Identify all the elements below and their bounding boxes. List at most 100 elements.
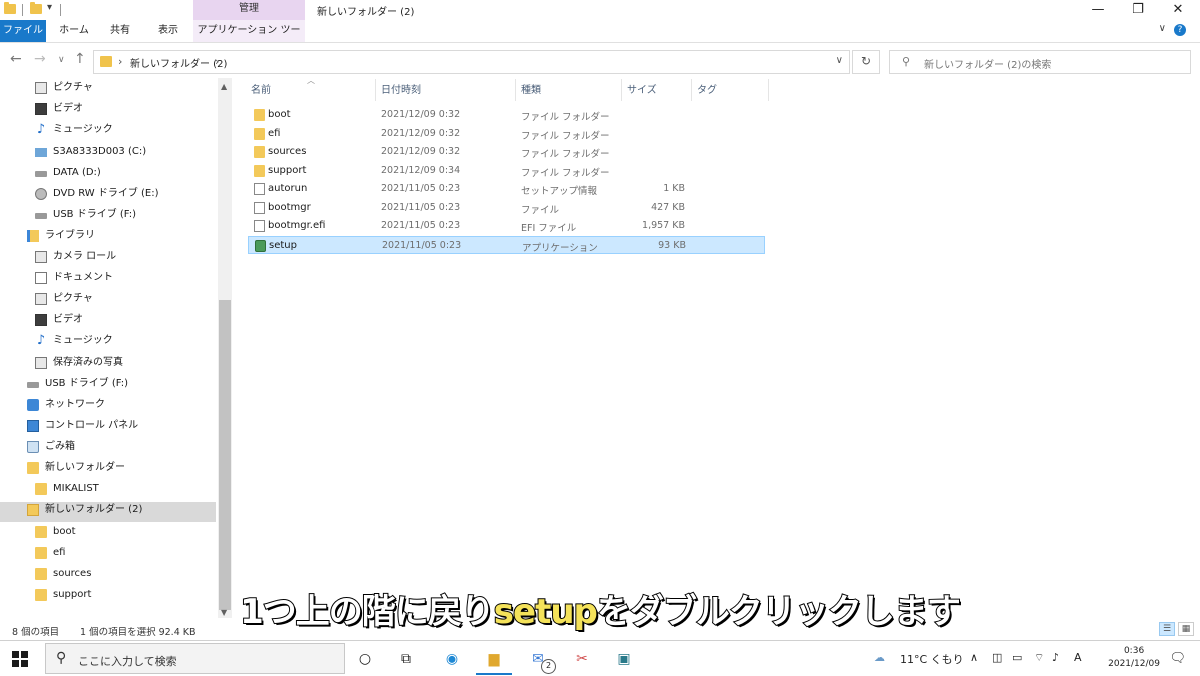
nav-item-label: コントロール パネル — [45, 420, 139, 431]
nav-item-label: sources — [53, 568, 92, 579]
context-tab-title: 管理 — [193, 0, 305, 20]
navigation-pane: ピクチャ ビデオ ♪ ミュージック S3A8333D003 (C:) DATA (D:) D… — [0, 78, 232, 618]
file-row[interactable]: efi 2021/12/09 0:32 ファイル フォルダー — [248, 125, 765, 143]
file-date: 2021/12/09 0:32 — [381, 127, 461, 139]
file-type: ファイル フォルダー — [521, 112, 610, 123]
nav-item-label: S3A8333D003 (C:) — [53, 146, 147, 157]
file-row[interactable]: autorun 2021/11/05 0:23 セットアップ情報 1 KB — [248, 180, 765, 198]
mail-badge: 2 — [541, 659, 556, 674]
collapse-ribbon-icon[interactable]: ∨ — [1159, 23, 1166, 34]
column-header-type[interactable]: 種類 — [521, 82, 541, 102]
tab-share[interactable]: 共有 — [100, 20, 140, 42]
column-divider[interactable] — [621, 79, 622, 101]
column-header-tags[interactable]: タグ — [697, 82, 717, 102]
clock[interactable]: 0:36 2021/12/09 — [1108, 645, 1160, 671]
search-icon: ⚲ — [902, 55, 911, 68]
nav-item-label: ドキュメント — [53, 272, 113, 283]
terminal-app-icon[interactable]: ▣ — [614, 649, 634, 669]
file-row[interactable]: bootmgr.efi 2021/11/05 0:23 EFI ファイル 1,957 … — [248, 217, 765, 235]
column-header-date[interactable]: 日付時刻 — [381, 82, 421, 102]
file-row[interactable]: setup 2021/11/05 0:23 アプリケーション 93 KB — [248, 235, 765, 254]
tab-file[interactable]: ファイル — [0, 20, 46, 42]
battery-icon[interactable]: ▭ — [1012, 651, 1022, 664]
recent-locations-chevron-icon[interactable]: ∨ — [58, 55, 65, 65]
refresh-button[interactable]: ↻ — [852, 50, 880, 74]
file-row[interactable]: bootmgr 2021/11/05 0:23 ファイル 427 KB — [248, 199, 765, 217]
close-button[interactable]: ✕ — [1158, 0, 1198, 20]
address-dropdown-icon[interactable]: ∨ — [836, 55, 843, 66]
quick-access-folder-icon[interactable] — [30, 2, 42, 14]
file-row[interactable]: sources 2021/12/09 0:32 ファイル フォルダー — [248, 143, 765, 161]
navigation-bar: ← → ∨ ↑ › 新しいフォルダー (2) › ∨ ↻ ⚲ 新しいフォルダー … — [0, 43, 1200, 77]
subtitle-text: 1つ上の階に戻り — [239, 591, 496, 633]
windows-start-icon[interactable] — [12, 651, 28, 667]
up-arrow-icon[interactable]: ↑ — [74, 51, 86, 67]
snipping-tool-icon[interactable]: ✂ — [572, 649, 592, 669]
windows-drive-icon — [35, 148, 47, 157]
file-date: 2021/11/05 0:23 — [381, 183, 461, 194]
column-divider[interactable] — [691, 79, 692, 101]
library-icon — [27, 230, 39, 242]
nav-item-label: ピクチャ — [53, 293, 93, 304]
breadcrumb-current-folder[interactable]: 新しいフォルダー (2) — [130, 55, 227, 70]
column-header-size[interactable]: サイズ — [627, 82, 657, 102]
file-size: 1,957 KB — [642, 220, 685, 231]
column-divider[interactable] — [768, 79, 769, 101]
task-view-icon[interactable]: ⧉ — [396, 649, 416, 669]
weather-text[interactable]: 11°C くもり — [900, 651, 964, 667]
wifi-icon[interactable]: ⌔ — [1034, 651, 1044, 665]
tab-view[interactable]: 表示 — [146, 20, 190, 42]
tab-home[interactable]: ホーム — [52, 20, 96, 42]
folder-icon — [35, 526, 47, 538]
column-header-name[interactable]: 名前 — [251, 82, 271, 102]
scroll-up-arrow-icon[interactable]: ▲ — [221, 82, 227, 91]
taskbar-search-placeholder: ここに入力して検索 — [78, 655, 177, 668]
folder-open-icon — [27, 504, 39, 516]
nav-item-label: 新しいフォルダー — [45, 462, 125, 473]
tray-chevron-icon[interactable]: ∧ — [970, 651, 978, 664]
file-date: 2021/11/05 0:23 — [381, 220, 461, 231]
file-row[interactable]: boot 2021/12/09 0:32 ファイル フォルダー — [248, 106, 765, 124]
search-box[interactable]: ⚲ 新しいフォルダー (2)の検索 — [889, 50, 1191, 74]
separator — [22, 4, 23, 16]
notification-icon[interactable]: 🗨 — [1169, 651, 1186, 666]
file-name: bootmgr — [268, 201, 311, 213]
breadcrumb-chevron-icon[interactable]: › — [215, 55, 219, 68]
nav-item-label: ごみ箱 — [45, 441, 75, 452]
quick-access-dropdown-icon[interactable]: ▾ — [47, 2, 52, 13]
file-row[interactable]: support 2021/12/09 0:34 ファイル フォルダー — [248, 162, 765, 180]
search-placeholder: 新しいフォルダー (2)の検索 — [924, 60, 1052, 71]
edge-icon[interactable]: ◉ — [442, 649, 462, 669]
cortana-icon[interactable]: ○ — [355, 649, 375, 669]
help-icon[interactable]: ? — [1174, 24, 1186, 36]
folder-icon — [4, 2, 16, 14]
video-icon — [35, 103, 47, 115]
nav-scrollbar-thumb[interactable] — [219, 300, 231, 610]
forward-arrow-icon[interactable]: → — [34, 51, 46, 67]
column-divider[interactable] — [375, 79, 376, 101]
file-name: efi — [268, 127, 281, 139]
file-explorer-icon[interactable]: ▆ — [484, 649, 504, 669]
taskbar-search-box[interactable]: ⚲ ここに入力して検索 — [45, 643, 345, 674]
folder-icon — [254, 109, 265, 121]
drive-icon — [35, 171, 47, 177]
nav-item-label: 保存済みの写真 — [53, 357, 123, 368]
window-title: 新しいフォルダー (2) — [317, 7, 415, 18]
column-divider[interactable] — [515, 79, 516, 101]
file-type: ファイル — [521, 204, 560, 216]
meet-now-icon[interactable]: ◫ — [992, 651, 1002, 664]
file-date: 2021/12/09 0:32 — [381, 109, 461, 120]
address-bar[interactable]: › 新しいフォルダー (2) › ∨ — [93, 50, 850, 74]
clock-date: 2021/12/09 — [1108, 659, 1160, 669]
minimize-button[interactable]: — — [1078, 0, 1118, 20]
breadcrumb-chevron-icon[interactable]: › — [118, 55, 122, 68]
recycle-bin-icon — [27, 441, 39, 453]
maximize-button[interactable]: ❐ — [1118, 0, 1158, 20]
nav-item-label: DVD RW ドライブ (E:) — [53, 188, 159, 199]
weather-icon[interactable]: ☁ — [874, 651, 885, 664]
back-arrow-icon[interactable]: ← — [10, 51, 22, 67]
volume-icon[interactable]: ♪ — [1052, 651, 1059, 664]
ime-indicator[interactable]: A — [1074, 651, 1082, 664]
tab-application-tools[interactable]: アプリケーション ツール — [193, 20, 305, 57]
file-type: ファイル フォルダー — [521, 167, 610, 179]
